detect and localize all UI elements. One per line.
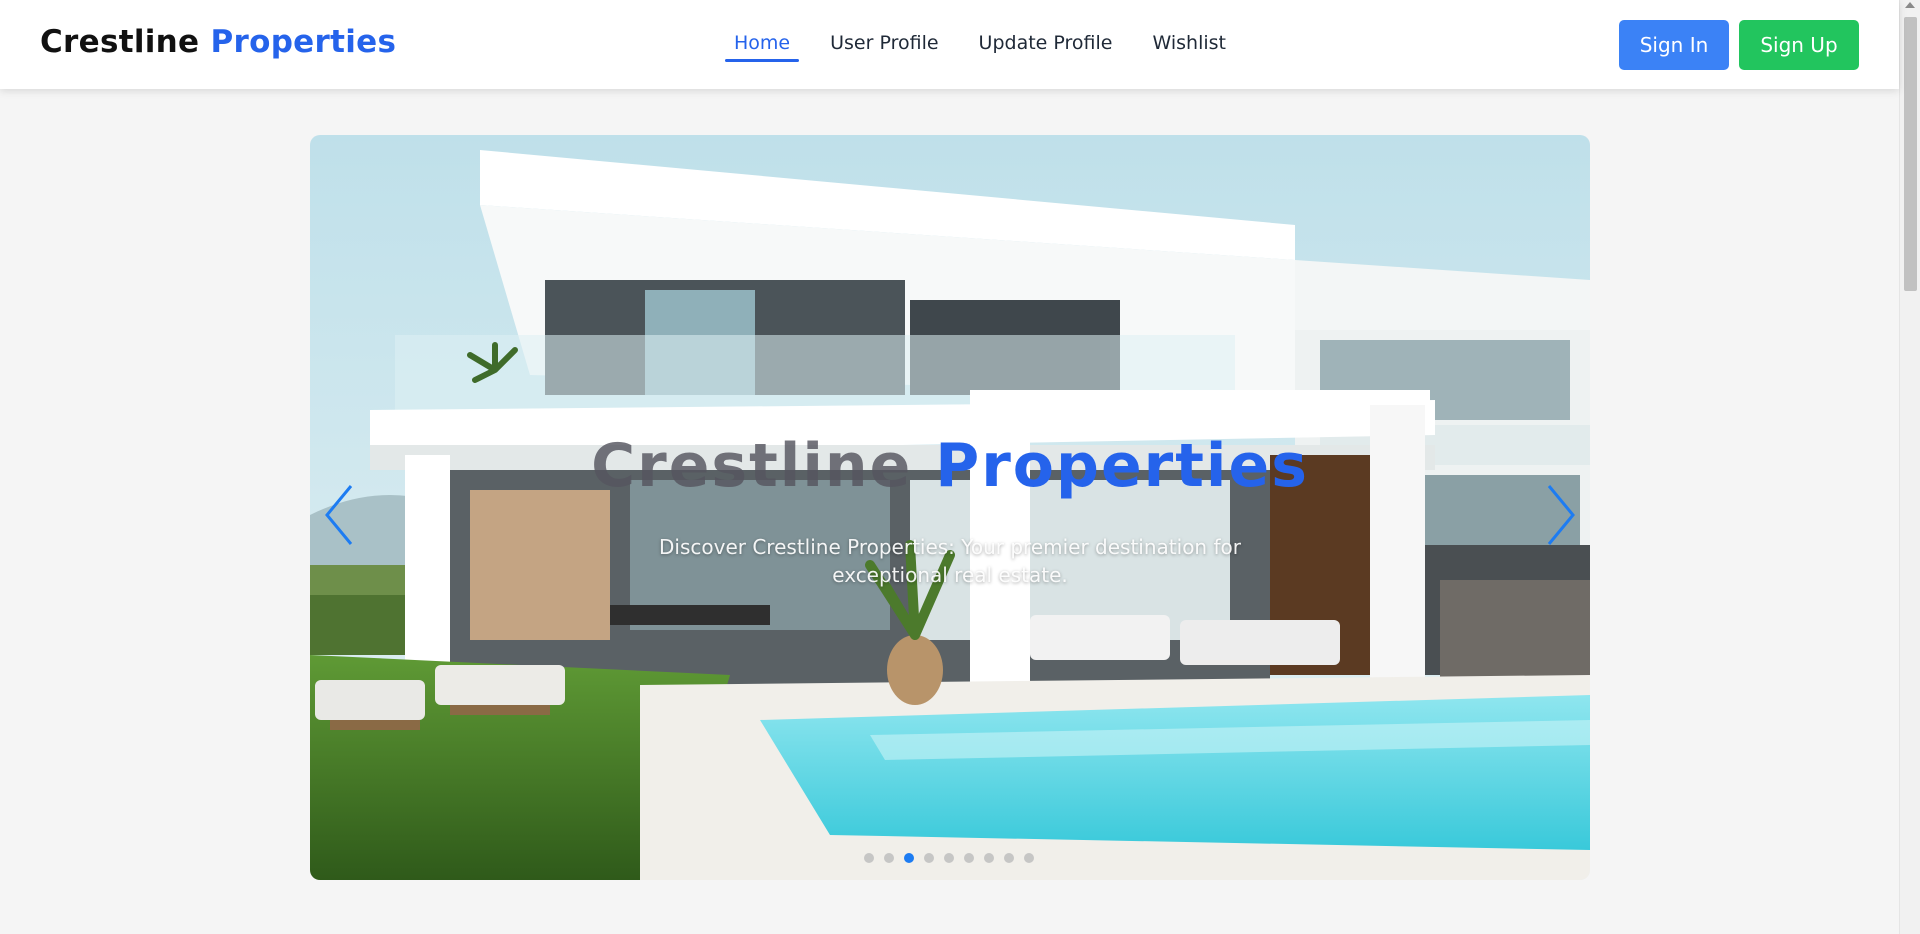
hero-carousel: Crestline Properties Discover Crestline … [310, 135, 1590, 880]
carousel-dot-5[interactable] [944, 853, 954, 863]
scrollbar-thumb[interactable] [1904, 17, 1917, 291]
hero-subtitle: Discover Crestline Properties: Your prem… [659, 535, 1241, 587]
nav-link-update-profile[interactable]: Update Profile [969, 28, 1123, 62]
sign-in-button[interactable]: Sign In [1619, 20, 1729, 70]
carousel-dot-7[interactable] [984, 853, 994, 863]
brand-name-main: Crestline [40, 24, 200, 60]
sign-up-button[interactable]: Sign Up [1739, 20, 1859, 70]
carousel-prev-button[interactable] [318, 480, 358, 550]
carousel-dot-3[interactable] [904, 853, 914, 863]
chevron-left-icon [325, 485, 353, 545]
carousel-dot-1[interactable] [864, 853, 874, 863]
chevron-right-icon [1547, 485, 1575, 545]
nav-link-wishlist[interactable]: Wishlist [1142, 28, 1236, 62]
carousel-dot-6[interactable] [964, 853, 974, 863]
scroll-up-arrow-icon[interactable] [1905, 2, 1915, 8]
carousel-dot-8[interactable] [1004, 853, 1014, 863]
nav-link-home[interactable]: Home [724, 28, 800, 62]
carousel-dot-4[interactable] [924, 853, 934, 863]
navbar: Crestline Properties Home User Profile U… [0, 0, 1899, 89]
hero-slide-image [310, 135, 1590, 880]
carousel-dot-2[interactable] [884, 853, 894, 863]
brand-name-accent: Properties [210, 24, 397, 60]
hero-title-accent: Properties [935, 431, 1309, 501]
brand-logo[interactable]: Crestline Properties [40, 24, 396, 60]
hero-title: Crestline Properties [310, 431, 1590, 501]
carousel-next-button[interactable] [1542, 480, 1582, 550]
carousel-pagination [864, 853, 1034, 863]
carousel-dot-9[interactable] [1024, 853, 1034, 863]
hero-title-main: Crestline [591, 431, 913, 501]
nav-link-user-profile[interactable]: User Profile [820, 28, 948, 62]
main-nav: Home User Profile Update Profile Wishlis… [724, 28, 1256, 62]
page-scrollbar[interactable] [1899, 0, 1920, 934]
